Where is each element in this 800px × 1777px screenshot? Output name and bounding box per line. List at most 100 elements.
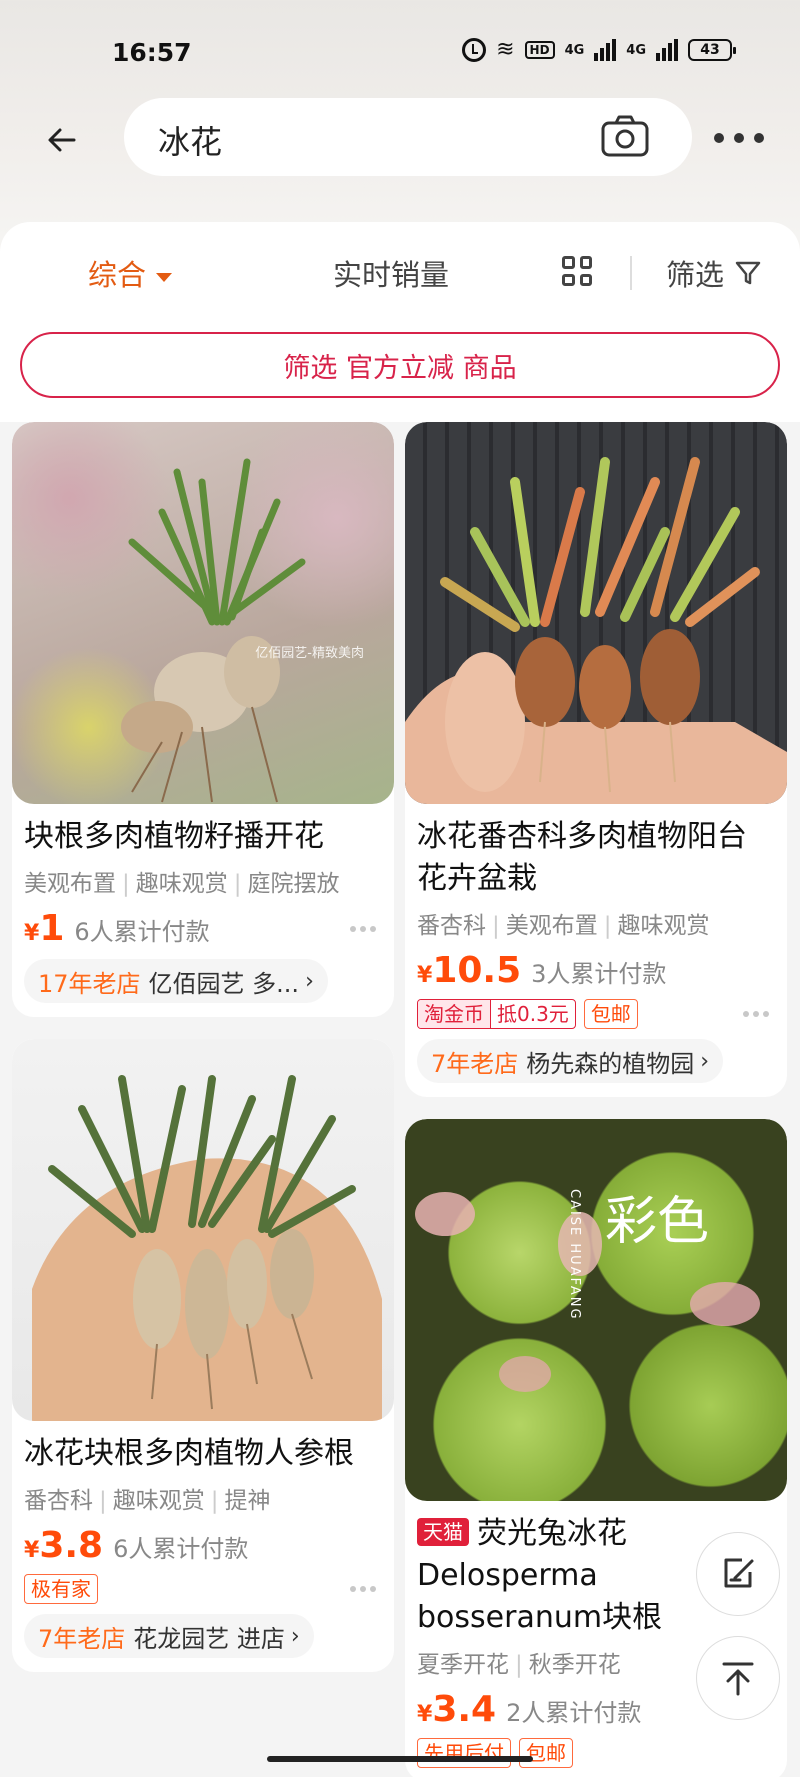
back-to-top-button[interactable] — [696, 1636, 780, 1720]
battery-icon: 43 — [688, 39, 736, 61]
store-link[interactable]: 7年老店 杨先森的植物园 › — [417, 1039, 724, 1083]
back-to-top-icon — [722, 1662, 754, 1696]
filter-funnel-icon — [735, 261, 761, 285]
product-price: 10.5 — [432, 950, 522, 991]
hd-icon: HD — [524, 41, 555, 59]
badges: 淘金币 抵0.3元 包邮 — [417, 999, 775, 1029]
status-time: 16:57 — [112, 38, 192, 67]
product-card[interactable]: 亿佰园艺-精致美肉 块根多肉植物籽播开花 美观布置趣味观赏庭院摆放 ¥ 1 6人… — [12, 422, 394, 1017]
currency-symbol: ¥ — [24, 1538, 40, 1563]
ice-plant-hand-image — [405, 457, 787, 804]
back-button[interactable] — [40, 118, 84, 162]
product-title: 块根多肉植物籽播开花 — [24, 819, 324, 854]
badges: 先用后付 包邮 — [417, 1738, 775, 1768]
photo-watermark-brand: 彩色 — [605, 1192, 710, 1252]
sort-realtime-sales[interactable]: 实时销量 — [333, 252, 449, 294]
signal-icon — [594, 39, 617, 61]
product-column-left: 亿佰园艺-精致美肉 块根多肉植物籽播开花 美观布置趣味观赏庭院摆放 ¥ 1 6人… — [12, 422, 394, 1694]
divider — [630, 256, 632, 290]
tag: 提神 — [205, 1488, 271, 1514]
tag: 夏季开花 — [417, 1652, 509, 1678]
price-row: ¥ 1 6人累计付款 — [24, 908, 382, 949]
product-tags: 番杏科趣味观赏提神 — [24, 1481, 382, 1515]
alarm-icon — [462, 38, 487, 62]
status-icons: ≋ HD 4G 4G 43 — [462, 37, 736, 62]
network-label: 4G — [564, 42, 585, 58]
badge: 先用后付 — [417, 1738, 511, 1768]
search-header: 冰花 — [0, 98, 800, 178]
promo-filter-button[interactable]: 筛选 官方立减 商品 — [20, 332, 780, 398]
network-label-2: 4G — [626, 42, 646, 58]
signal-icon-2 — [656, 39, 678, 61]
results-panel: 综合 实时销量 筛选 筛选 官方立减 商品 亿佰园艺-精致美肉 块根多肉植物籽播… — [0, 222, 800, 1777]
promo-strip: 筛选 官方立减 商品 — [0, 322, 800, 422]
photo-watermark: 亿佰园艺-精致美肉 — [255, 646, 364, 661]
product-title: 冰花番杏科多肉植物阳台花卉盆栽 — [417, 819, 747, 896]
filter-button[interactable]: 筛选 — [666, 252, 762, 294]
sort-bar: 综合 实时销量 筛选 — [0, 222, 800, 322]
product-price: 3.8 — [39, 1525, 104, 1566]
product-tags: 美观布置趣味观赏庭院摆放 — [24, 864, 382, 898]
tag: 趣味观赏 — [93, 1488, 205, 1514]
tag: 美观布置 — [24, 871, 116, 897]
more-icon[interactable] — [714, 126, 764, 150]
back-arrow-icon — [48, 128, 76, 152]
tag: 番杏科 — [24, 1488, 93, 1514]
card-body: 冰花块根多肉植物人参根 番杏科趣味观赏提神 ¥ 3.8 6人累计付款 极有家 7… — [12, 1421, 394, 1672]
product-photo[interactable] — [12, 1039, 394, 1421]
more-options-icon[interactable] — [350, 926, 376, 932]
grid-view-icon[interactable] — [562, 256, 592, 286]
more-options-icon[interactable] — [743, 1011, 769, 1017]
feedback-button[interactable] — [696, 1532, 780, 1616]
delosperma-closeup-image — [415, 1192, 760, 1392]
tag: 秋季开花 — [509, 1652, 621, 1678]
home-indicator[interactable] — [267, 1756, 533, 1762]
sold-count: 6人累计付款 — [74, 918, 210, 946]
product-card[interactable]: 冰花番杏科多肉植物阳台花卉盆栽 番杏科美观布置趣味观赏 ¥ 10.5 3人累计付… — [405, 422, 787, 1097]
card-body: 块根多肉植物籽播开花 美观布置趣味观赏庭院摆放 ¥ 1 6人累计付款 17年老店… — [12, 804, 394, 1017]
more-options-icon[interactable] — [350, 1586, 376, 1592]
badge: 极有家 — [24, 1574, 98, 1604]
product-photo[interactable]: 彩色 CAISE HUAFANG — [405, 1119, 787, 1501]
store-link[interactable]: 17年老店 亿佰园艺 多... › — [24, 959, 328, 1003]
currency-symbol: ¥ — [417, 963, 433, 988]
tag: 美观布置 — [486, 913, 598, 939]
price-row: ¥ 10.5 3人累计付款 — [417, 950, 775, 991]
store-name: 杨先森的植物园 — [526, 1049, 695, 1078]
card-body: 冰花番杏科多肉植物阳台花卉盆栽 番杏科美观布置趣味观赏 ¥ 10.5 3人累计付… — [405, 804, 787, 1097]
chevron-right-icon: › — [700, 1048, 710, 1074]
chevron-right-icon: › — [290, 1623, 300, 1649]
store-name: 亿佰园艺 多... — [148, 969, 300, 998]
product-price: 3.4 — [432, 1689, 497, 1730]
store-age: 17年老店 — [38, 969, 141, 998]
badges: 极有家 — [24, 1574, 382, 1604]
product-photo[interactable] — [405, 422, 787, 804]
camera-icon[interactable] — [600, 114, 650, 158]
product-photo[interactable]: 亿佰园艺-精致美肉 — [12, 422, 394, 804]
badge: 包邮 — [519, 1738, 573, 1768]
wifi-icon: ≋ — [496, 37, 515, 62]
ginseng-root-image — [32, 1075, 382, 1421]
search-query: 冰花 — [158, 123, 223, 161]
price-row: ¥ 3.8 6人累计付款 — [24, 1525, 382, 1566]
currency-symbol: ¥ — [24, 921, 40, 946]
search-input[interactable]: 冰花 — [124, 98, 692, 176]
sort-comprehensive[interactable]: 综合 — [88, 252, 172, 294]
coin-badge-value: 抵0.3元 — [490, 1000, 575, 1028]
tmall-badge: 天猫 — [417, 1518, 469, 1546]
tag: 趣味观赏 — [116, 871, 228, 897]
filter-label: 筛选 — [666, 258, 725, 292]
product-card[interactable]: 冰花块根多肉植物人参根 番杏科趣味观赏提神 ¥ 3.8 6人累计付款 极有家 7… — [12, 1039, 394, 1672]
store-link[interactable]: 7年老店 花龙园艺 进店 › — [24, 1614, 314, 1658]
product-title: 冰花块根多肉植物人参根 — [24, 1436, 354, 1471]
store-age: 7年老店 — [431, 1049, 519, 1078]
coin-badge: 淘金币 抵0.3元 — [417, 999, 576, 1029]
product-tags: 番杏科美观布置趣味观赏 — [417, 906, 775, 940]
product-price: 1 — [39, 908, 65, 949]
tag: 趣味观赏 — [598, 913, 710, 939]
succulent-caudex-image — [121, 458, 306, 803]
chevron-right-icon: › — [305, 968, 314, 994]
feedback-edit-icon — [724, 1558, 754, 1588]
sold-count: 6人累计付款 — [113, 1535, 249, 1563]
tag: 番杏科 — [417, 913, 486, 939]
